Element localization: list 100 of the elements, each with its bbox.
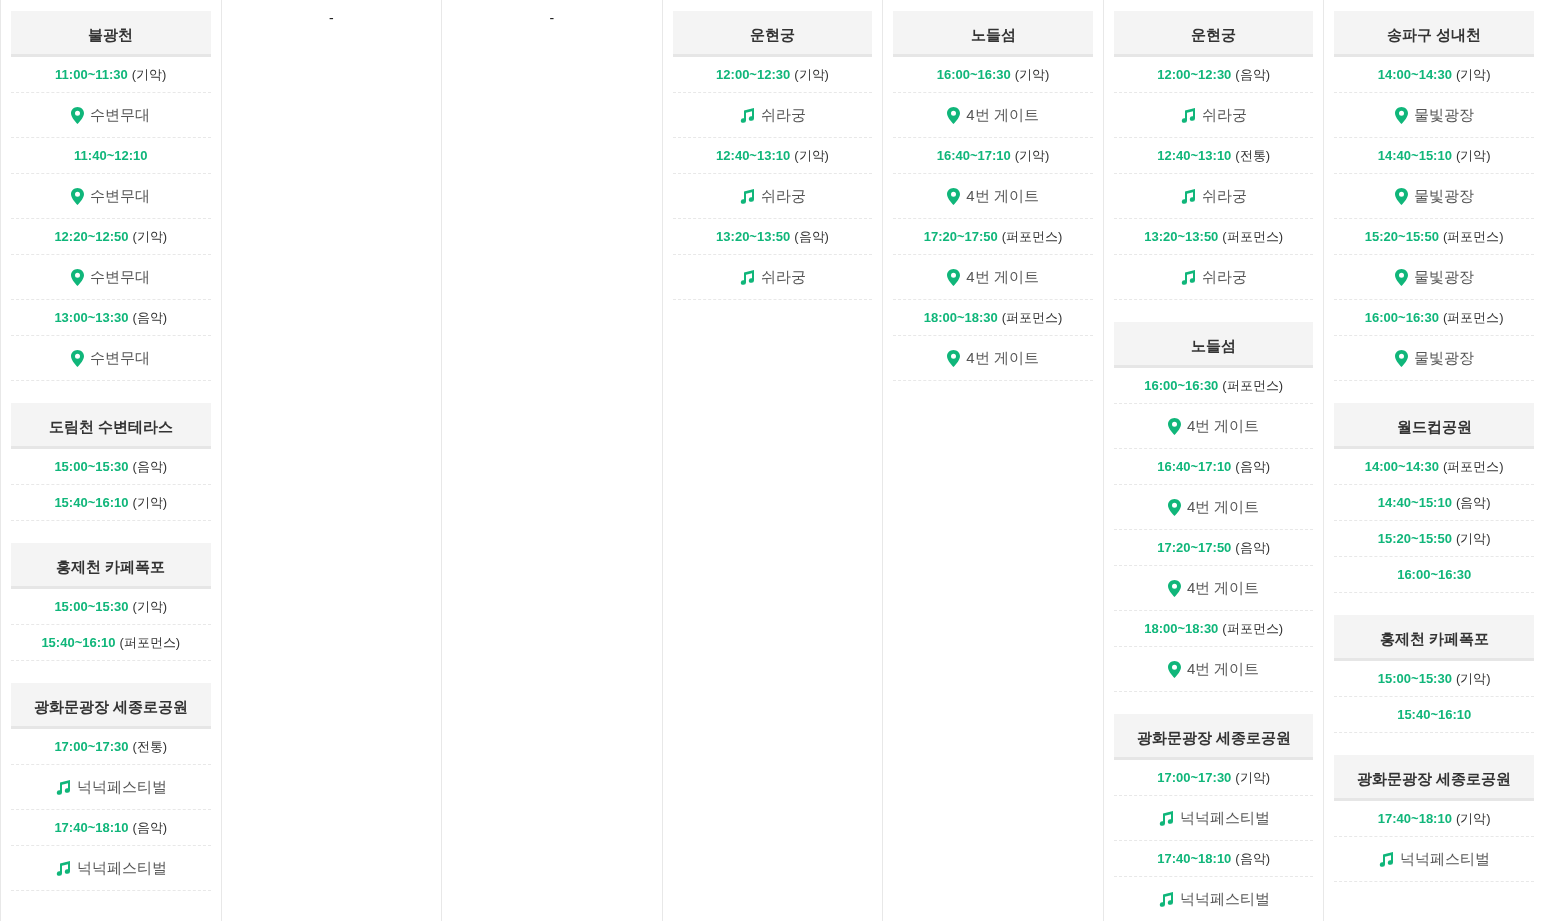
map-pin-icon — [1167, 660, 1181, 678]
time-range: 16:00~16:30 — [1144, 376, 1219, 395]
venue-header: 광화문광장 세종로공원 — [1113, 714, 1314, 760]
place-name: 쉬라궁 — [1202, 185, 1248, 206]
music-note-icon — [739, 269, 755, 285]
time-range: 15:20~15:50 — [1364, 227, 1439, 246]
map-pin-icon — [1167, 417, 1181, 435]
category-label: (음악) — [132, 457, 168, 476]
time-range: 16:00~16:30 — [1364, 308, 1439, 327]
venue-header: 월드컵공원 — [1334, 403, 1534, 449]
place-name: 4번 게이트 — [1186, 415, 1260, 436]
category-label: (퍼포먼스) — [1442, 227, 1504, 246]
music-note-icon — [739, 107, 755, 123]
time-range: 17:40~18:10 — [1157, 849, 1232, 868]
category-label: (기악) — [1455, 146, 1491, 165]
category-label: (기악) — [794, 146, 829, 165]
time-range: 18:00~18:30 — [1144, 619, 1219, 638]
music-note-icon — [1378, 851, 1395, 867]
time-range: 16:00~16:30 — [1397, 565, 1472, 584]
category-label: (기악) — [132, 227, 168, 246]
no-schedule-text: - — [549, 11, 555, 25]
map-pin-icon — [1394, 187, 1408, 205]
map-pin-icon — [947, 106, 961, 124]
time-range: 11:00~11:30 — [55, 65, 128, 84]
category-label: (퍼포먼스) — [1442, 457, 1504, 476]
category-label: (음악) — [1235, 849, 1270, 868]
time-range: 14:40~15:10 — [1377, 493, 1452, 512]
category-label: (퍼포먼스) — [1001, 308, 1063, 327]
category-label: (음악) — [1235, 65, 1270, 84]
time-range: 11:40~12:10 — [74, 146, 148, 165]
place-name: 4번 게이트 — [966, 185, 1039, 206]
place-name: 물빛광장 — [1413, 104, 1474, 125]
time-range: 17:00~17:30 — [54, 737, 129, 756]
time-range: 14:00~14:30 — [1377, 65, 1452, 84]
venue-header: 송파구 성내천 — [1334, 11, 1534, 57]
venue-header: 홍제천 카페폭포 — [11, 543, 211, 589]
map-pin-icon — [1394, 349, 1408, 367]
time-range: 15:40~16:10 — [41, 633, 116, 652]
venue-header: 광화문광장 세종로공원 — [1334, 755, 1534, 801]
category-label: (음악) — [1235, 457, 1270, 476]
time-range: 15:40~16:10 — [1397, 705, 1472, 724]
time-range: 16:00~16:30 — [936, 65, 1011, 84]
place-name: 물빛광장 — [1413, 185, 1474, 206]
time-range: 12:00~12:30 — [716, 65, 791, 84]
venue-header: 불광천 — [11, 11, 211, 57]
time-range: 17:20~17:50 — [1157, 538, 1232, 557]
time-range: 12:40~13:10 — [1157, 146, 1232, 165]
place-name: 4번 게이트 — [1186, 577, 1260, 598]
category-label: (기악) — [1014, 65, 1050, 84]
time-range: 18:00~18:30 — [923, 308, 998, 327]
category-label: (전통) — [132, 737, 168, 756]
venue-header: 노들섬 — [893, 11, 1093, 57]
place-name: 4번 게이트 — [1186, 496, 1260, 517]
place-name: 쉬라궁 — [761, 185, 806, 206]
music-note-icon — [1180, 188, 1197, 204]
place-name: 4번 게이트 — [966, 104, 1039, 125]
venue-header: 노들섬 — [1113, 322, 1314, 368]
place-name: 쉬라궁 — [1202, 266, 1248, 287]
category-label: (기악) — [794, 65, 829, 84]
time-range: 15:20~15:50 — [1377, 529, 1452, 548]
time-range: 13:00~13:30 — [54, 308, 129, 327]
category-label: (기악) — [132, 493, 168, 512]
venue-header: 도림천 수변테라스 — [11, 403, 211, 449]
map-pin-icon — [947, 268, 961, 286]
place-name: 넉넉페스티벌 — [76, 857, 167, 878]
time-range: 14:00~14:30 — [1364, 457, 1439, 476]
map-pin-icon — [947, 187, 961, 205]
music-note-icon — [739, 188, 755, 204]
time-range: 13:20~13:50 — [1144, 227, 1219, 246]
place-name: 쉬라궁 — [761, 104, 806, 125]
place-name: 쉬라궁 — [761, 266, 806, 287]
time-range: 16:40~17:10 — [1157, 457, 1232, 476]
time-range: 15:00~15:30 — [1377, 669, 1452, 688]
category-label: (퍼포먼스) — [1222, 227, 1283, 246]
category-label: (기악) — [1455, 529, 1491, 548]
time-range: 16:40~17:10 — [936, 146, 1011, 165]
category-label: (기악) — [132, 597, 168, 616]
category-label: (기악) — [1455, 809, 1491, 828]
place-name: 넉넉페스티벌 — [1179, 807, 1270, 828]
music-note-icon — [54, 779, 71, 795]
time-range: 12:20~12:50 — [54, 227, 129, 246]
category-label: (퍼포먼스) — [1442, 308, 1504, 327]
place-name: 4번 게이트 — [966, 266, 1039, 287]
map-pin-icon — [1394, 106, 1408, 124]
time-range: 12:40~13:10 — [716, 146, 791, 165]
category-label: (퍼포먼스) — [1222, 619, 1283, 638]
music-note-icon — [1180, 107, 1197, 123]
map-pin-icon — [71, 106, 85, 124]
place-name: 수변무대 — [90, 347, 151, 368]
time-range: 17:00~17:30 — [1157, 768, 1232, 787]
map-pin-icon — [947, 349, 961, 367]
music-note-icon — [1157, 810, 1174, 826]
no-schedule-text: - — [329, 11, 334, 25]
place-name: 4번 게이트 — [1186, 658, 1260, 679]
time-range: 15:00~15:30 — [54, 457, 129, 476]
map-pin-icon — [1167, 498, 1181, 516]
venue-header: 광화문광장 세종로공원 — [11, 683, 211, 729]
place-name: 쉬라궁 — [1202, 104, 1248, 125]
venue-header: 운현궁 — [672, 11, 873, 57]
category-label: (전통) — [1235, 146, 1270, 165]
